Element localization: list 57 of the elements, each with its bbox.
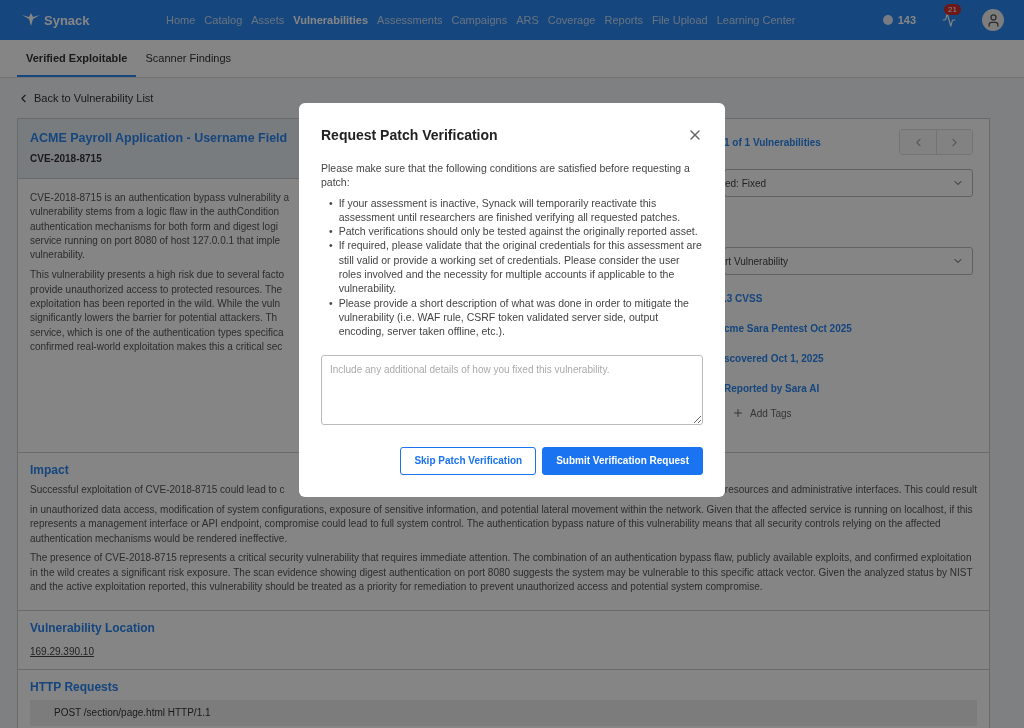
type-select[interactable]: rt Vulnerability — [724, 247, 973, 275]
bullet-mark: • — [329, 224, 333, 239]
condition-item: If required, please validate that the original credentials for this assessment are still valid or provide a working set of credentials. Please consider the user roles involved and the necessity for multiple accounts if applicable to the vulnerability. — [338, 238, 703, 296]
submit-button[interactable]: Submit Verification Request — [542, 446, 703, 475]
tab[interactable]: Scanner Findings — [136, 40, 241, 77]
details-input-field[interactable]: Include any additional details of how you fixed this vulnerability. — [321, 354, 703, 425]
notification-badge: 21 — [944, 4, 961, 15]
code-line: POST /section/page.html HTTP/1.1 — [54, 705, 212, 720]
detail-text: .3 CVSS — [724, 291, 764, 306]
section-title: HTTP Requests — [30, 679, 120, 694]
impact-text: Successful exploitation of CVE-2018-8715 could lead to c — [30, 483, 285, 497]
bullet-mark: • — [329, 295, 333, 310]
bullet-mark: • — [329, 195, 333, 210]
impact-paragraph: The presence of CVE-2018-8715 represents a critical security vulnerability that requires immediate attention. The combination of an authentication bypass flaw, publicly available exploits, and confirmed exploitation in the wild creates a significant risk exposure. The scan evidence showing digest authentication on port 8080 suggests the system may be vulnerable to this specific attack vector. Given the analyzed status by NIST and the active exploitation reported, this vulnerability should be treated as a priority for remediation to prevent unauthorized access and potential system compromise. — [30, 551, 974, 594]
cve-id: CVE-2018-8715 — [30, 153, 103, 164]
modal-intro: Please make sure that the following conditions are satisfied before requesting a patch: — [321, 161, 691, 190]
modal-title: Request Patch Verification — [321, 127, 498, 143]
add-tags-button[interactable]: Add Tags — [724, 407, 973, 419]
vulnerability-title: ACME Payroll Application - Username Field — [30, 131, 288, 145]
nav-link[interactable]: Vulnerabilities — [293, 14, 369, 26]
condition-item: Please provide a short description of what was done in order to mitigate the vulnerability (i.e. WAF rule, CSRF token validated server side, output encoding, server taken offline, etc.). — [338, 295, 690, 339]
pulse-icon[interactable] — [942, 13, 956, 27]
impact-paragraph: in unauthorized data access, modification of system configurations, exposure of sensitive information, and potential lateral movement within the network. Given that the affected service is running on localhost, if this represents a management interface or API endpoint, compromise could lead to full system control. The authentication bypass nature of this vulnerability means that all security controls relying on the affected authentication mechanisms would be rendered ineffective. — [30, 502, 974, 546]
detail-text: cme Sara Pentest Oct 2025 — [724, 321, 853, 336]
detail-text: scovered Oct 1, 2025 — [724, 351, 825, 366]
description-paragraph: CVE-2018-8715 is an authentication bypass vulnerability a vulnerability stems from a logic flaw in the authCondition authentication mechanisms for both form and digest logi service running on port 8080 of host 127.0.0.1 that imple vulnerability. — [30, 191, 288, 263]
nav-link[interactable]: ARS — [516, 14, 539, 26]
nav-link[interactable]: Reports — [604, 14, 643, 26]
status-select[interactable]: ed: Fixed — [724, 169, 973, 197]
plus-icon — [732, 407, 744, 419]
detail-text: Reported by Sara AI — [724, 381, 821, 396]
nav-link[interactable]: Coverage — [547, 14, 596, 26]
back-link[interactable]: Back to Vulnerability List — [17, 90, 990, 106]
user-silhouette-icon — [985, 12, 1001, 28]
section-title: Vulnerability Location — [30, 620, 156, 635]
nav-link[interactable]: Learning Center — [716, 14, 796, 26]
coin-icon — [882, 15, 893, 25]
condition-item: If your assessment is inactive, Synack will temporarily reactivate this assessment until researchers are finished verifying all requested patches. — [338, 195, 682, 225]
tab[interactable]: Verified Exploitable — [17, 40, 137, 77]
location-address[interactable]: 169.29.390.10 — [30, 645, 94, 657]
nav-link[interactable]: File Upload — [652, 14, 708, 26]
nav-link[interactable]: Assessments — [377, 14, 443, 26]
nav-link[interactable]: Home — [166, 14, 196, 26]
nav-link[interactable]: Catalog — [204, 14, 243, 26]
nav-link[interactable]: Campaigns — [451, 14, 508, 26]
points-count: 143 — [897, 14, 916, 26]
impact-text: resources and administrative interfaces. This could result — [724, 483, 977, 497]
bullet-mark: • — [329, 238, 333, 253]
bird-logo-icon — [22, 13, 40, 27]
section-title: Impact — [30, 463, 70, 477]
brand-name: Synack — [44, 12, 90, 28]
nav-link[interactable]: Assets — [251, 14, 285, 26]
skip-button[interactable]: Skip Patch Verification — [400, 446, 537, 475]
condition-item: Patch verifications should only be tested against the originally reported asset. — [338, 224, 698, 239]
avatar[interactable] — [982, 9, 1004, 31]
vulnerability-counter: 1 of 1 Vulnerabilities — [724, 136, 821, 148]
description-paragraph: This vulnerability presents a high risk due to several facto provide unauthorized access to protected resources. The exploitation has been reported in the wild. While the vuln significantly lowers the barrier for potential attackers. Th service, which is one of the authentication types specifica confirmed real-world exploitation makes this a critical sec — [30, 268, 285, 354]
